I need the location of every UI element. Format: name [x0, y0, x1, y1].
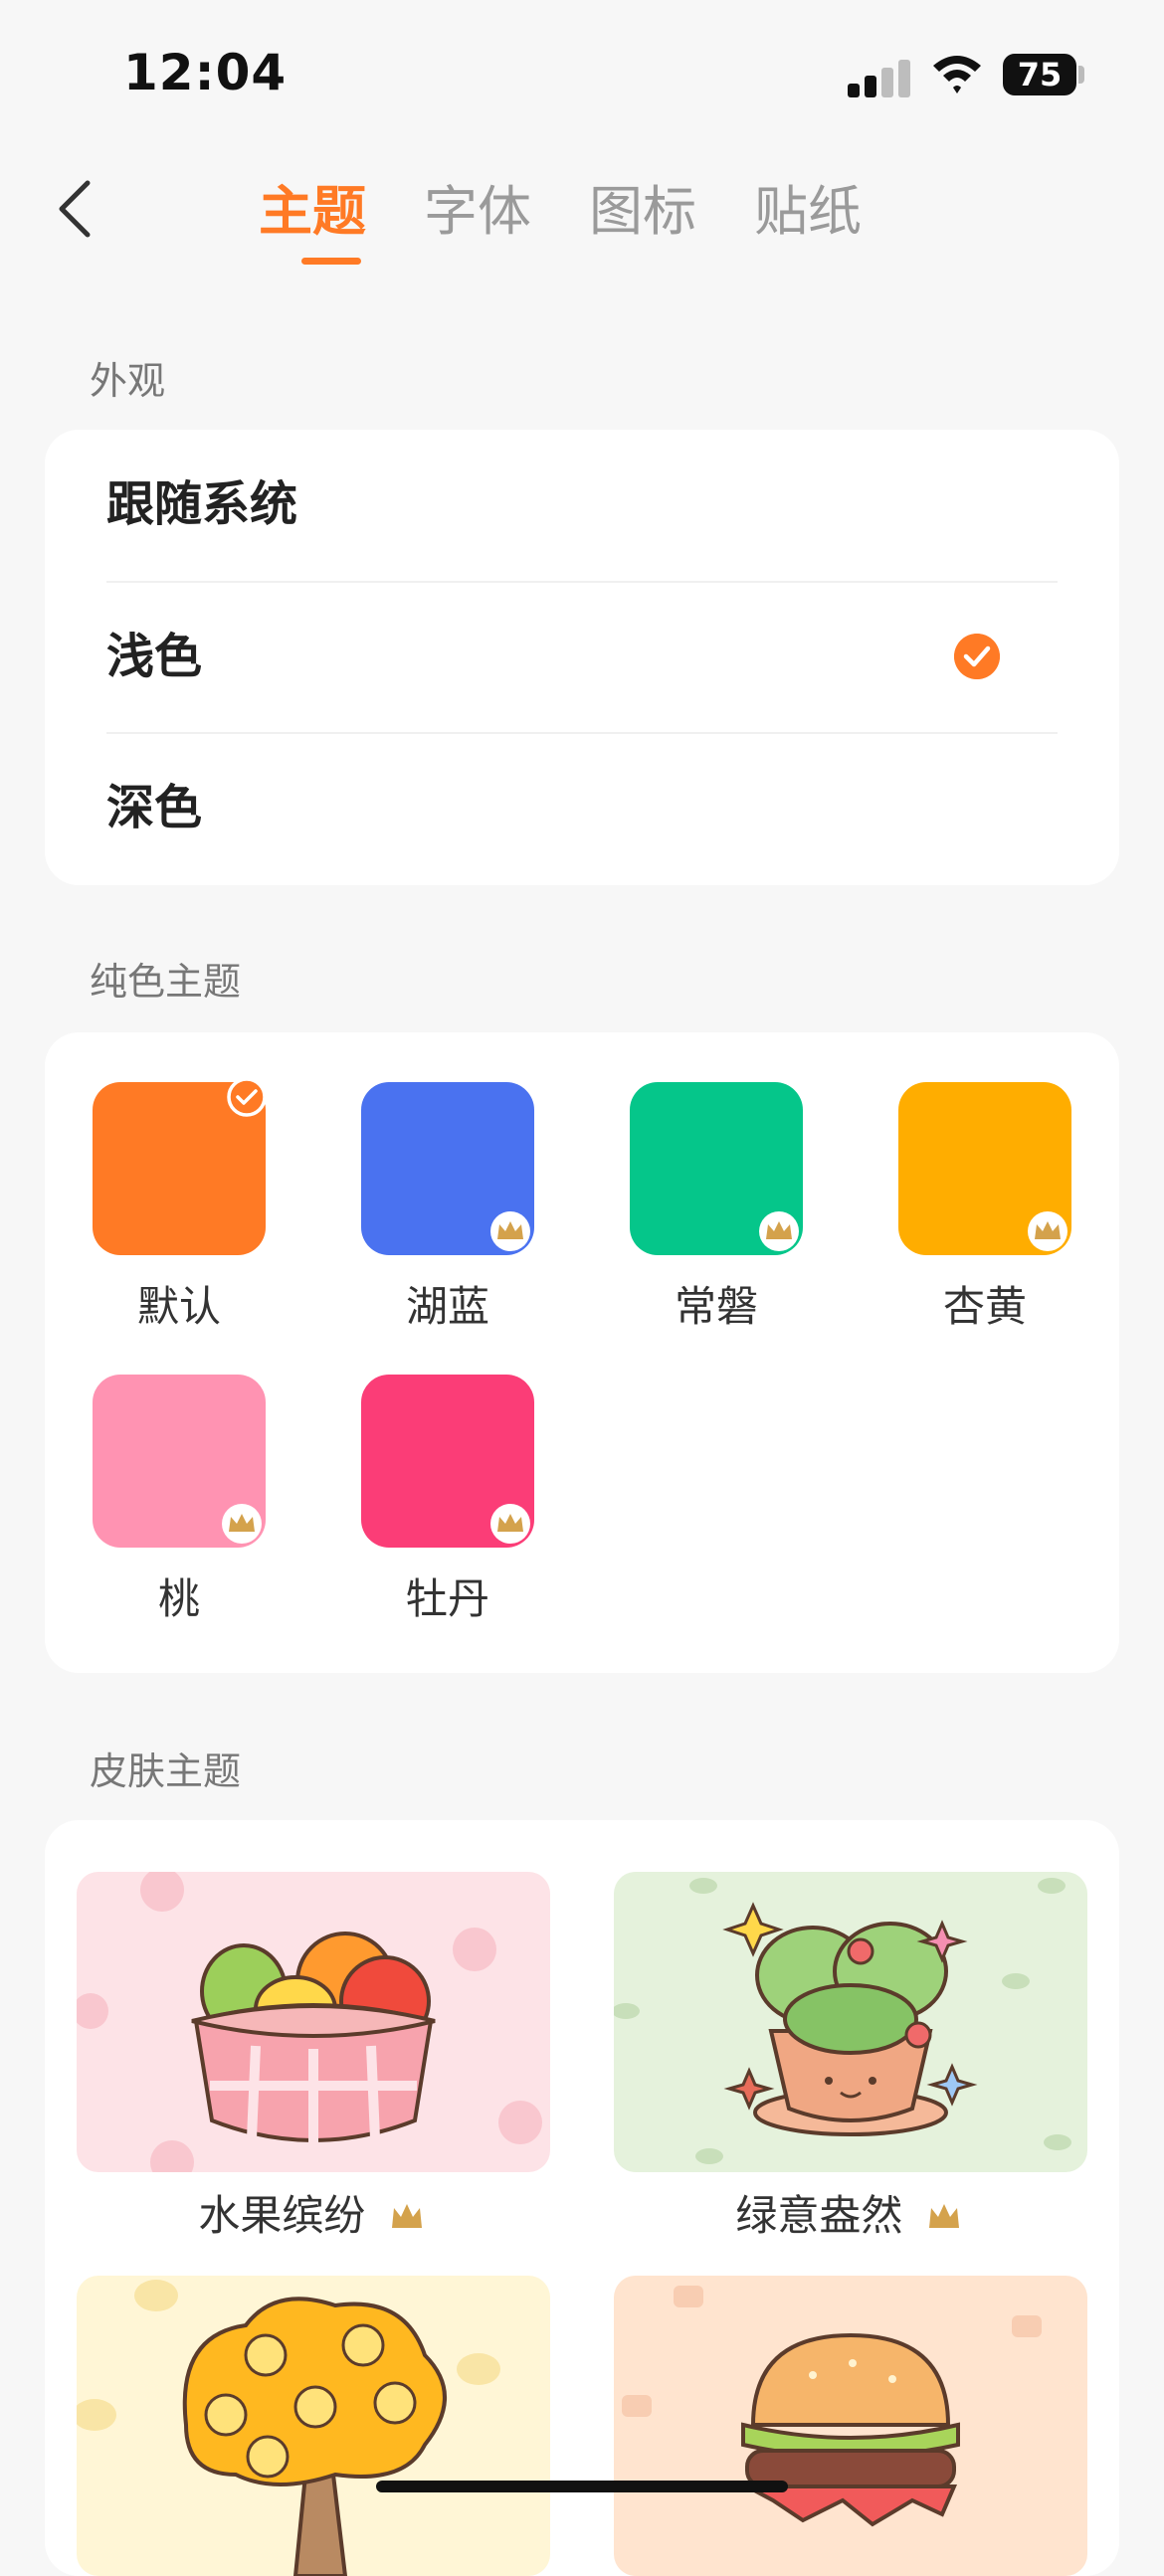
skin-fruit-preview[interactable]	[77, 1872, 550, 2172]
battery-cap	[1078, 66, 1084, 84]
skin-money-tree-preview[interactable]	[77, 2276, 550, 2576]
fruit-basket-illustration	[77, 1872, 542, 2172]
crown-icon	[222, 1504, 262, 1544]
solid-themes-card: 默认 湖蓝 常磐 杏黄 桃 牡丹	[45, 1032, 1119, 1673]
battery-icon: 75	[1003, 54, 1076, 95]
tab-icon[interactable]: 图标	[589, 175, 696, 255]
back-chevron-icon[interactable]	[50, 179, 109, 239]
appearance-option-dark[interactable]: 深色	[106, 733, 1058, 882]
appearance-option-light[interactable]: 浅色	[106, 582, 1058, 731]
wifi-icon	[933, 56, 981, 93]
crown-icon	[759, 1211, 799, 1251]
status-time: 12:04	[123, 44, 288, 101]
skin-burger-preview[interactable]	[614, 2276, 1087, 2576]
swatch-label: 默认	[136, 1282, 221, 1331]
potted-plant-illustration	[614, 1878, 1071, 2164]
crown-icon	[1028, 1211, 1067, 1251]
swatch-label: 湖蓝	[405, 1282, 489, 1331]
crown-icon	[490, 1504, 530, 1544]
swatch-label: 牡丹	[405, 1574, 489, 1623]
tab-font[interactable]: 字体	[424, 175, 531, 255]
burger-illustration	[622, 2286, 1042, 2527]
tab-theme[interactable]: 主题	[259, 175, 366, 255]
skin-label-greenery: 绿意盎然	[614, 2182, 1087, 2243]
selected-check-icon	[227, 1077, 267, 1117]
money-tree-illustration	[77, 2280, 500, 2576]
skin-label-text: 绿意盎然	[735, 2191, 903, 2240]
skin-label-fruit: 水果缤纷	[77, 2182, 550, 2243]
section-title-skin-themes: 皮肤主题	[90, 1749, 242, 1793]
crown-icon	[928, 2204, 959, 2228]
swatch-label: 桃	[157, 1574, 200, 1623]
section-title-appearance: 外观	[90, 359, 166, 403]
option-label: 浅色	[106, 629, 203, 684]
cellular-signal-icon	[848, 58, 911, 97]
checkmark-icon	[954, 634, 1000, 679]
option-label: 跟随系统	[106, 476, 298, 532]
tab-sticker[interactable]: 贴纸	[754, 175, 862, 255]
skin-themes-card: 水果缤纷 绿意盎然	[45, 1820, 1119, 2576]
option-label: 深色	[106, 780, 203, 835]
active-tab-indicator	[301, 258, 361, 265]
skin-greenery-preview[interactable]	[614, 1872, 1087, 2172]
section-title-solid-themes: 纯色主题	[90, 960, 242, 1004]
swatch-label: 杏黄	[942, 1282, 1027, 1331]
appearance-card: 跟随系统 浅色 深色	[45, 430, 1119, 885]
appearance-option-system[interactable]: 跟随系统	[106, 430, 1058, 579]
tab-bar: 主题 字体 图标 贴纸	[259, 175, 862, 255]
crown-icon	[490, 1211, 530, 1251]
skin-label-text: 水果缤纷	[198, 2191, 366, 2240]
crown-icon	[391, 2204, 422, 2228]
swatch-label: 常磐	[674, 1282, 758, 1331]
home-indicator[interactable]	[376, 2481, 788, 2492]
